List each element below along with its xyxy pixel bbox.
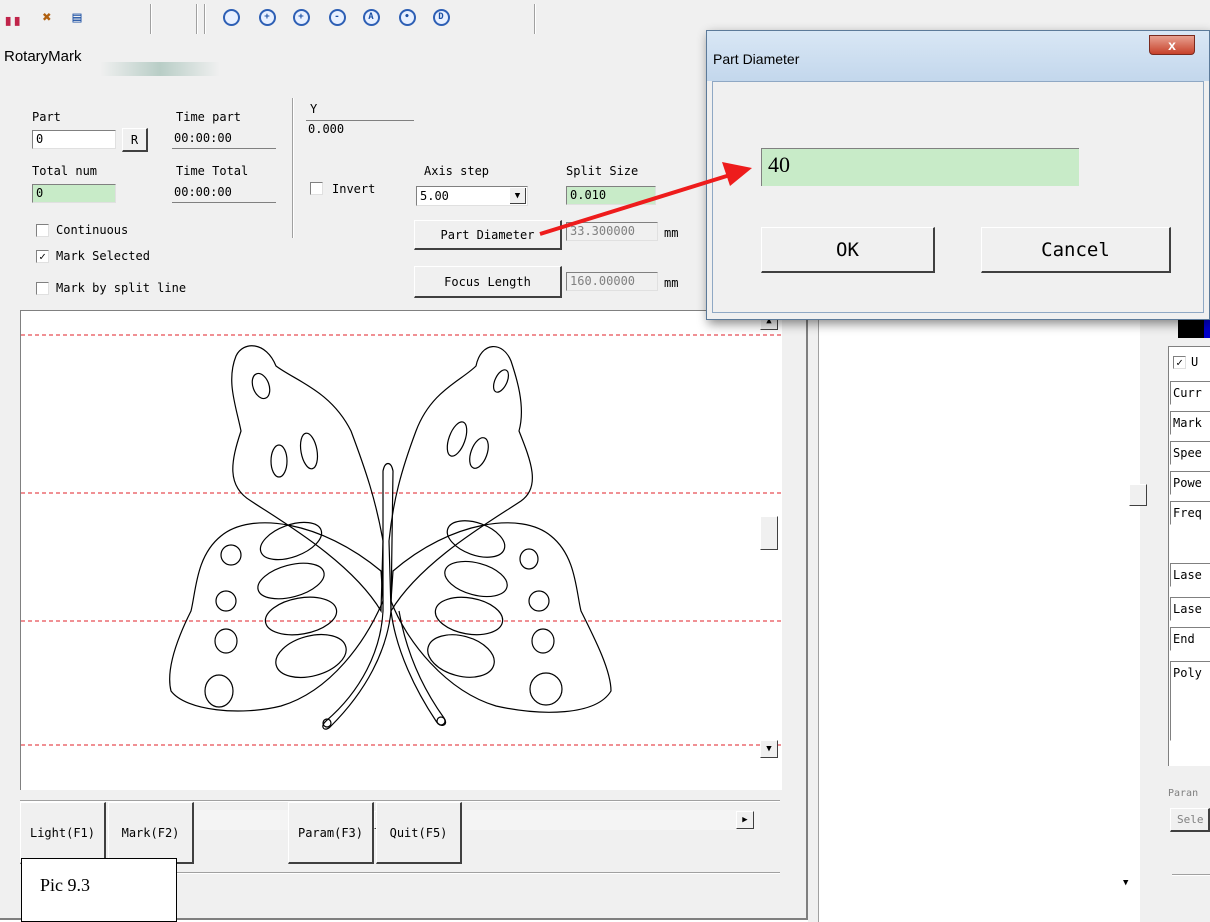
arrow-line [539,173,731,236]
annotation-arrow [539,162,752,236]
arrow-head [722,162,752,186]
figure-caption: Pic 9.3 [21,858,177,922]
